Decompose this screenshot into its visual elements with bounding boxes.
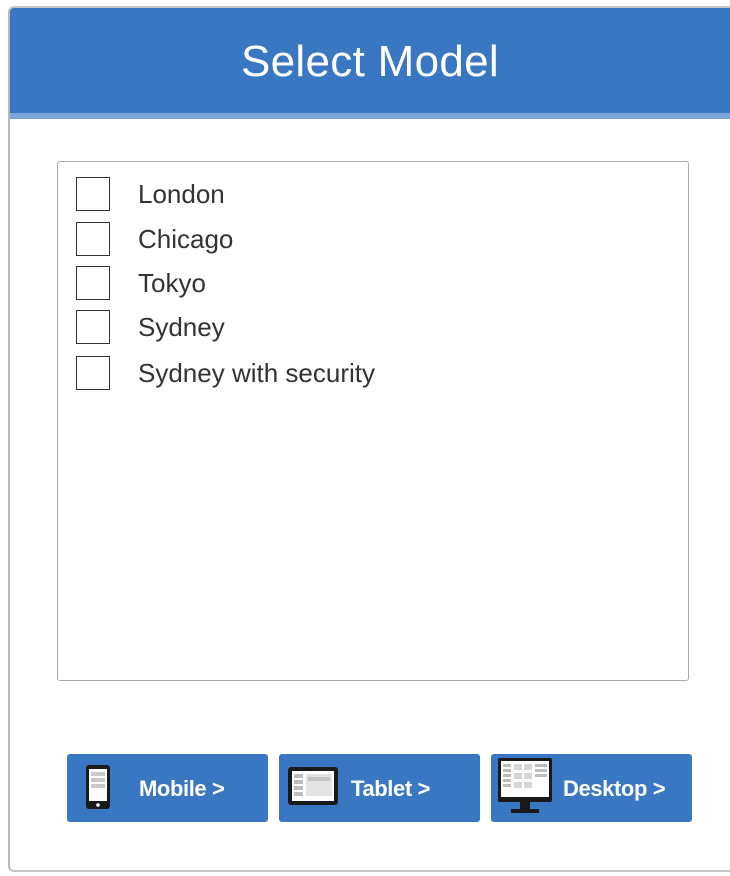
- checkbox-london[interactable]: [76, 177, 110, 211]
- desktop-button[interactable]: Desktop >: [491, 754, 692, 822]
- list-item-label[interactable]: Chicago: [138, 224, 233, 255]
- mobile-button[interactable]: Mobile >: [67, 754, 268, 822]
- dialog-title: Select Model: [241, 36, 499, 86]
- checkbox-chicago[interactable]: [76, 222, 110, 256]
- list-item-chicago[interactable]: Chicago: [76, 221, 233, 257]
- list-item-sydney-with-security[interactable]: Sydney with security: [76, 355, 375, 391]
- desktop-monitor-icon: [497, 757, 553, 823]
- list-item-label[interactable]: Tokyo: [138, 268, 206, 299]
- list-item-london[interactable]: London: [76, 176, 225, 212]
- checkbox-tokyo[interactable]: [76, 266, 110, 300]
- mobile-button-label: Mobile >: [139, 776, 225, 801]
- checkbox-sydney[interactable]: [76, 310, 110, 344]
- mobile-phone-icon: [85, 764, 111, 816]
- model-list: London Chicago Tokyo Sydney Sydney with …: [57, 161, 689, 681]
- list-item-label[interactable]: London: [138, 179, 225, 210]
- list-item-label[interactable]: Sydney with security: [138, 358, 375, 389]
- dialog-header: Select Model: [10, 8, 730, 119]
- tablet-icon: [287, 766, 339, 812]
- desktop-button-label: Desktop >: [563, 776, 666, 801]
- tablet-button-label: Tablet >: [351, 776, 430, 801]
- select-model-dialog: Select Model London Chicago Tokyo Sydney…: [8, 6, 730, 872]
- checkbox-sydney-with-security[interactable]: [76, 356, 110, 390]
- list-item-sydney[interactable]: Sydney: [76, 309, 225, 345]
- list-item-label[interactable]: Sydney: [138, 312, 225, 343]
- list-item-tokyo[interactable]: Tokyo: [76, 265, 206, 301]
- tablet-button[interactable]: Tablet >: [279, 754, 480, 822]
